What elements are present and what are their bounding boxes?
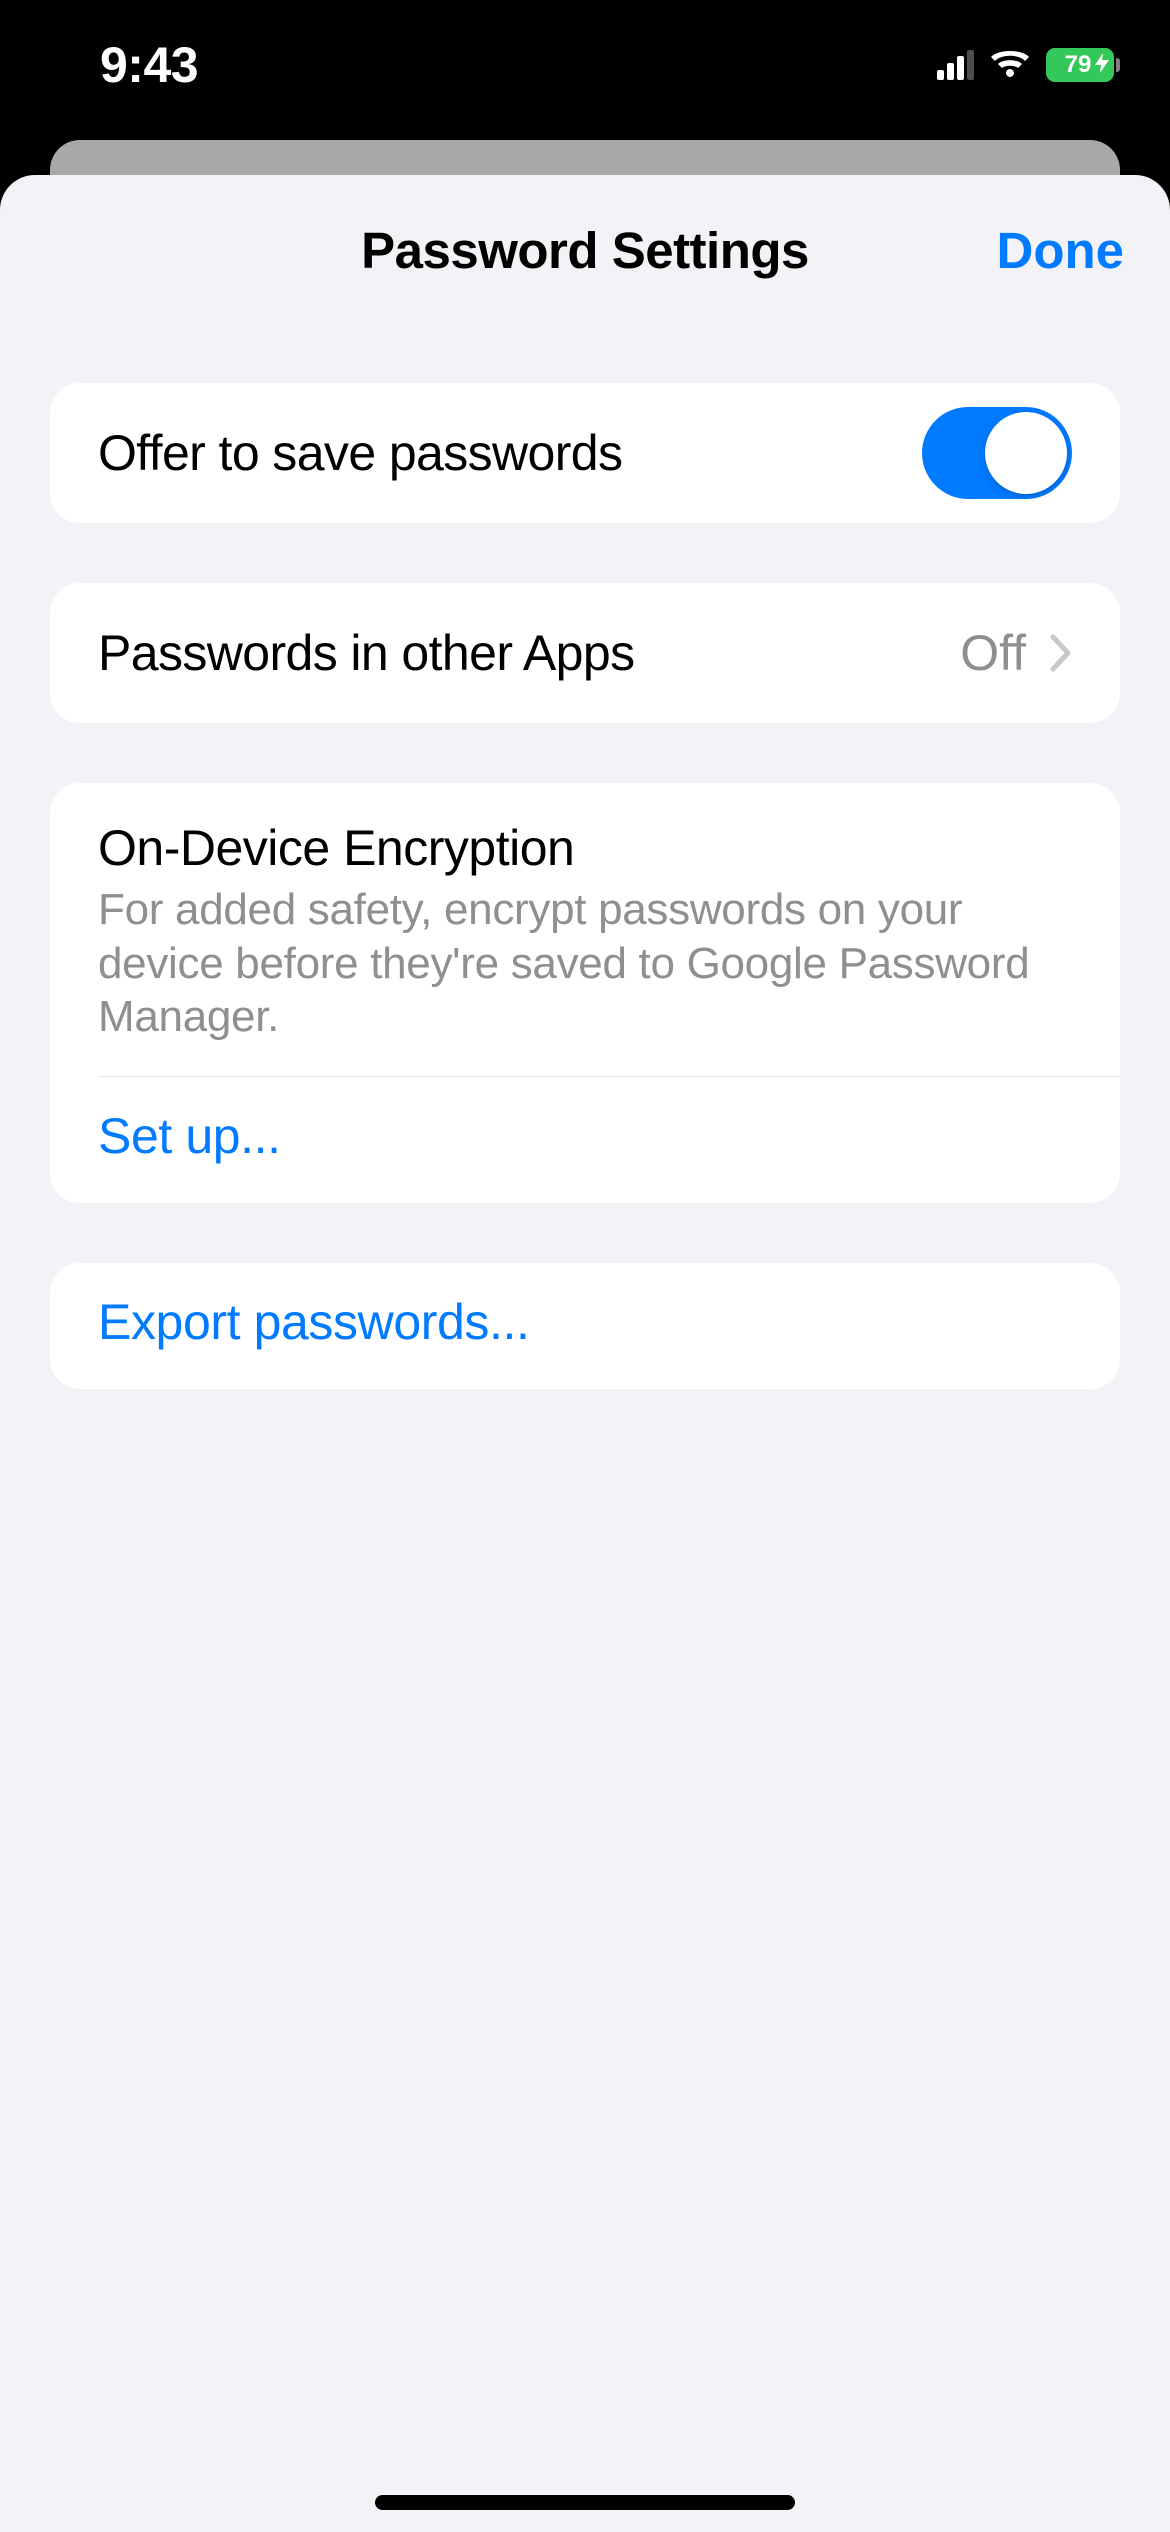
encryption-info: On-Device Encryption For added safety, e… xyxy=(50,783,1120,1076)
other-apps-row[interactable]: Passwords in other Apps Off xyxy=(50,583,1120,723)
status-time: 9:43 xyxy=(100,36,198,94)
other-apps-label: Passwords in other Apps xyxy=(98,624,635,682)
sheet-header: Password Settings Done xyxy=(0,175,1170,325)
encryption-description: For added safety, encrypt passwords on y… xyxy=(98,883,1072,1044)
chevron-right-icon xyxy=(1050,634,1072,672)
encryption-title: On-Device Encryption xyxy=(98,819,1072,877)
other-apps-group: Passwords in other Apps Off xyxy=(50,583,1120,723)
offer-save-toggle[interactable] xyxy=(922,407,1072,499)
setup-button[interactable]: Set up... xyxy=(50,1077,1120,1203)
offer-save-label: Offer to save passwords xyxy=(98,424,622,482)
other-apps-value: Off xyxy=(960,624,1026,682)
offer-save-row: Offer to save passwords xyxy=(50,383,1120,523)
settings-sheet: Password Settings Done Offer to save pas… xyxy=(0,175,1170,2532)
done-button[interactable]: Done xyxy=(997,221,1125,280)
status-icons: 79 xyxy=(937,48,1120,82)
offer-save-group: Offer to save passwords xyxy=(50,383,1120,523)
battery-level: 79 xyxy=(1065,51,1092,79)
page-title: Password Settings xyxy=(361,221,809,280)
export-group: Export passwords... xyxy=(50,1263,1120,1389)
home-indicator[interactable] xyxy=(375,2495,795,2510)
status-bar: 9:43 79 xyxy=(0,0,1170,140)
cellular-icon xyxy=(937,50,974,80)
export-passwords-button[interactable]: Export passwords... xyxy=(50,1263,1120,1389)
toggle-knob xyxy=(985,412,1067,494)
charging-bolt-icon xyxy=(1095,53,1109,78)
wifi-icon xyxy=(988,49,1032,81)
row-trailing: Off xyxy=(960,624,1072,682)
battery-icon: 79 xyxy=(1046,48,1120,82)
encryption-group: On-Device Encryption For added safety, e… xyxy=(50,783,1120,1203)
